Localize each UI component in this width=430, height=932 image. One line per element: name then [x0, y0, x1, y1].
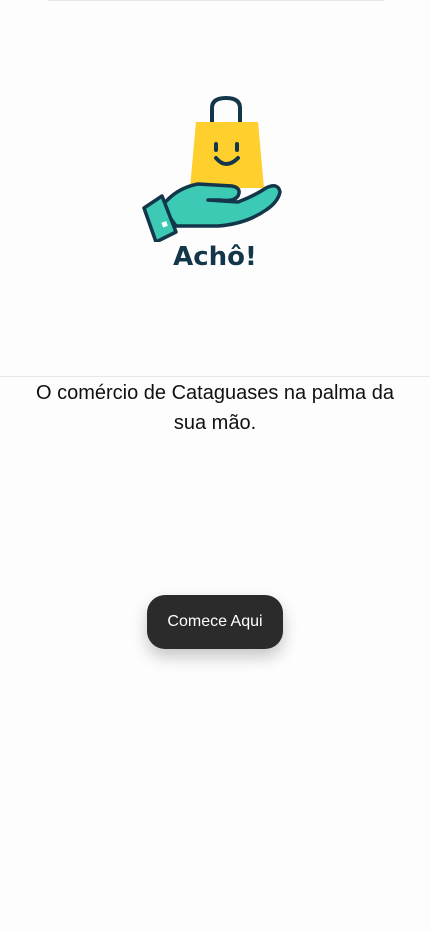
section-divider: [0, 376, 430, 377]
top-edge-line: [48, 0, 384, 1]
hand-bag-icon: [142, 95, 282, 244]
logo-wordmark: Achô!: [173, 242, 257, 272]
splash-screen: Achô! O comércio de Cataguases na palma …: [0, 0, 430, 932]
tagline: O comércio de Cataguases na palma da sua…: [36, 382, 394, 434]
start-button[interactable]: Comece Aqui: [147, 595, 283, 649]
app-logo: Achô!: [142, 92, 288, 288]
